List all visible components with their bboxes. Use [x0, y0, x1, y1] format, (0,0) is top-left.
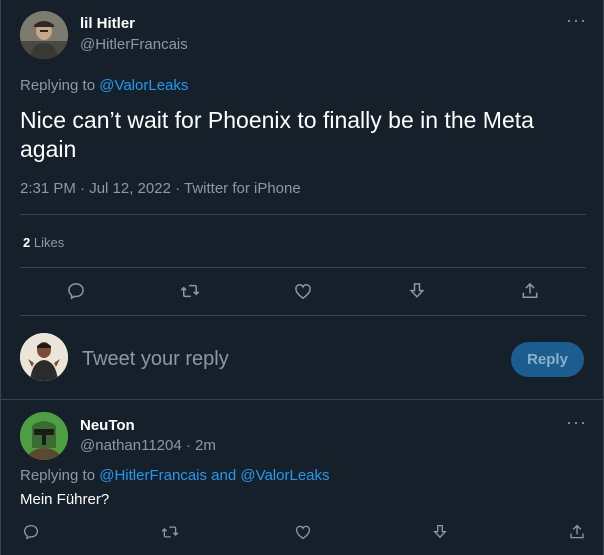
reply-text: Mein Führer?: [20, 491, 110, 508]
share-icon[interactable]: [565, 520, 589, 544]
reply-author-avatar[interactable]: [20, 412, 68, 460]
replying-to-line: Replying to @ValorLeaks: [20, 77, 188, 94]
current-user-avatar[interactable]: [20, 333, 68, 381]
divider: [20, 315, 586, 316]
author-avatar[interactable]: [20, 11, 68, 59]
divider: [0, 399, 604, 400]
reply-replying-to-link-2[interactable]: @ValorLeaks: [240, 467, 329, 484]
divider: [20, 214, 586, 215]
frame-border-left: [0, 0, 1, 555]
comment-icon[interactable]: [19, 520, 43, 544]
reply-replying-and: and: [211, 467, 237, 484]
reply-replying-to-line: Replying to @HitlerFrancais and @ValorLe…: [20, 467, 330, 484]
reply-author-name[interactable]: NeuTon: [80, 417, 135, 434]
author-name[interactable]: lil Hitler: [80, 15, 135, 32]
replying-to-link[interactable]: @ValorLeaks: [99, 77, 188, 94]
more-options-icon[interactable]: ···: [566, 11, 587, 29]
likes-count: 2: [23, 235, 31, 250]
tweet-text: Nice can’t wait for Phoenix to finally b…: [20, 107, 534, 162]
reply-more-options-icon[interactable]: ···: [566, 413, 587, 431]
retweet-icon[interactable]: [158, 520, 182, 544]
tweet-timestamp[interactable]: 2:31 PM · Jul 12, 2022 · Twitter for iPh…: [20, 180, 301, 197]
reply-replying-prefix: Replying to: [20, 467, 96, 484]
divider: [20, 267, 586, 268]
likes-label: Likes: [33, 235, 65, 250]
reply-replying-to-link-1[interactable]: @HitlerFrancais: [99, 467, 207, 484]
reply-input[interactable]: Tweet your reply: [82, 348, 229, 371]
download-icon[interactable]: [405, 279, 429, 303]
author-handle[interactable]: @HitlerFrancais: [80, 36, 188, 53]
comment-icon[interactable]: [64, 279, 88, 303]
like-icon[interactable]: [291, 520, 315, 544]
like-icon[interactable]: [291, 279, 315, 303]
download-icon[interactable]: [428, 520, 452, 544]
share-icon[interactable]: [518, 279, 542, 303]
replying-prefix: Replying to: [20, 77, 96, 94]
reply-author-handle[interactable]: @nathan11204 · 2m: [80, 437, 216, 454]
retweet-icon[interactable]: [178, 279, 202, 303]
reply-button[interactable]: Reply: [511, 342, 584, 377]
likes-count-link[interactable]: 2 Likes: [23, 235, 64, 250]
